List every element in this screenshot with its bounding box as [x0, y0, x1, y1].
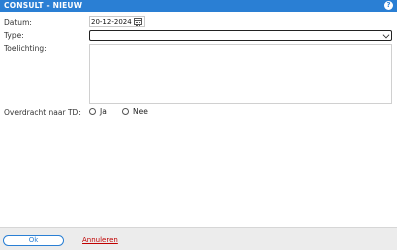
cancel-link[interactable]: Annuleren [82, 236, 118, 245]
datum-field[interactable]: 20-12-2024 [89, 16, 145, 27]
toelichting-textarea[interactable] [89, 44, 392, 104]
help-icon[interactable]: ? [384, 1, 393, 10]
window-title: CONSULT - NIEUW [4, 1, 83, 10]
dialog-footer: Ok Annuleren [0, 227, 397, 250]
chevron-down-icon [382, 31, 390, 39]
ok-button[interactable]: Ok [3, 235, 64, 246]
datum-value: 20-12-2024 [91, 18, 132, 26]
type-label: Type: [4, 31, 24, 40]
calendar-icon[interactable] [134, 18, 142, 26]
overdracht-ja-label[interactable]: Ja [100, 107, 107, 116]
overdracht-label: Overdracht naar TD: [4, 108, 81, 117]
overdracht-ja-radio[interactable] [89, 108, 96, 115]
title-bar: CONSULT - NIEUW ? [0, 0, 397, 12]
toelichting-label: Toelichting: [4, 44, 47, 53]
overdracht-nee-radio[interactable] [122, 108, 129, 115]
datum-label: Datum: [4, 18, 32, 27]
type-select[interactable] [89, 30, 392, 41]
overdracht-nee-label[interactable]: Nee [133, 107, 148, 116]
